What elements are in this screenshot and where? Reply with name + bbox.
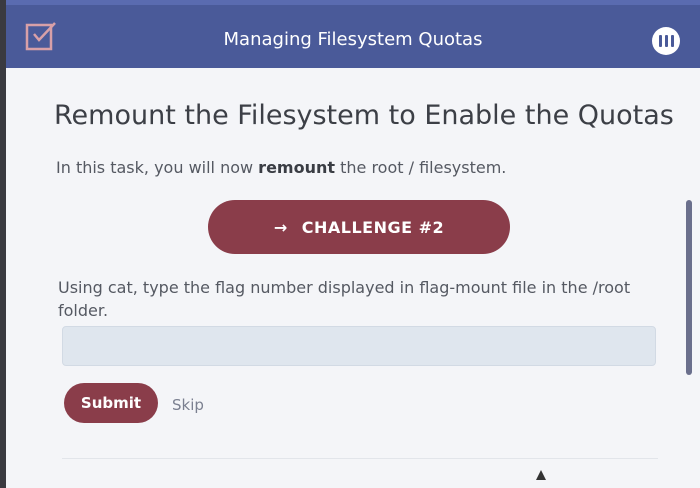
- arrow-right-icon: →: [273, 217, 288, 237]
- task-heading: Remount the Filesystem to Enable the Quo…: [54, 100, 674, 131]
- app-screen: Managing Filesystem Quotas Remount the F…: [0, 0, 700, 488]
- intro-prefix: In this task, you will now: [56, 158, 259, 177]
- header-bar: Managing Filesystem Quotas: [6, 0, 700, 68]
- page-title: Managing Filesystem Quotas: [223, 29, 483, 50]
- intro-suffix: the root / filesystem.: [335, 158, 507, 177]
- challenge-button[interactable]: → CHALLENGE #2: [208, 200, 510, 254]
- intro-bold: remount: [258, 158, 336, 177]
- menu-icon[interactable]: [652, 27, 680, 55]
- skip-link[interactable]: Skip: [172, 396, 204, 414]
- question-text: Using cat, type the flag number displaye…: [58, 278, 631, 320]
- challenge-label: CHALLENGE #2: [301, 217, 445, 237]
- task-intro: In this task, you will now remount the r…: [56, 158, 506, 177]
- submit-button[interactable]: Submit: [64, 383, 158, 423]
- scrollbar[interactable]: [686, 200, 692, 375]
- divider: [62, 458, 658, 459]
- answer-input[interactable]: [62, 326, 656, 366]
- mouse-cursor-icon: [536, 470, 546, 480]
